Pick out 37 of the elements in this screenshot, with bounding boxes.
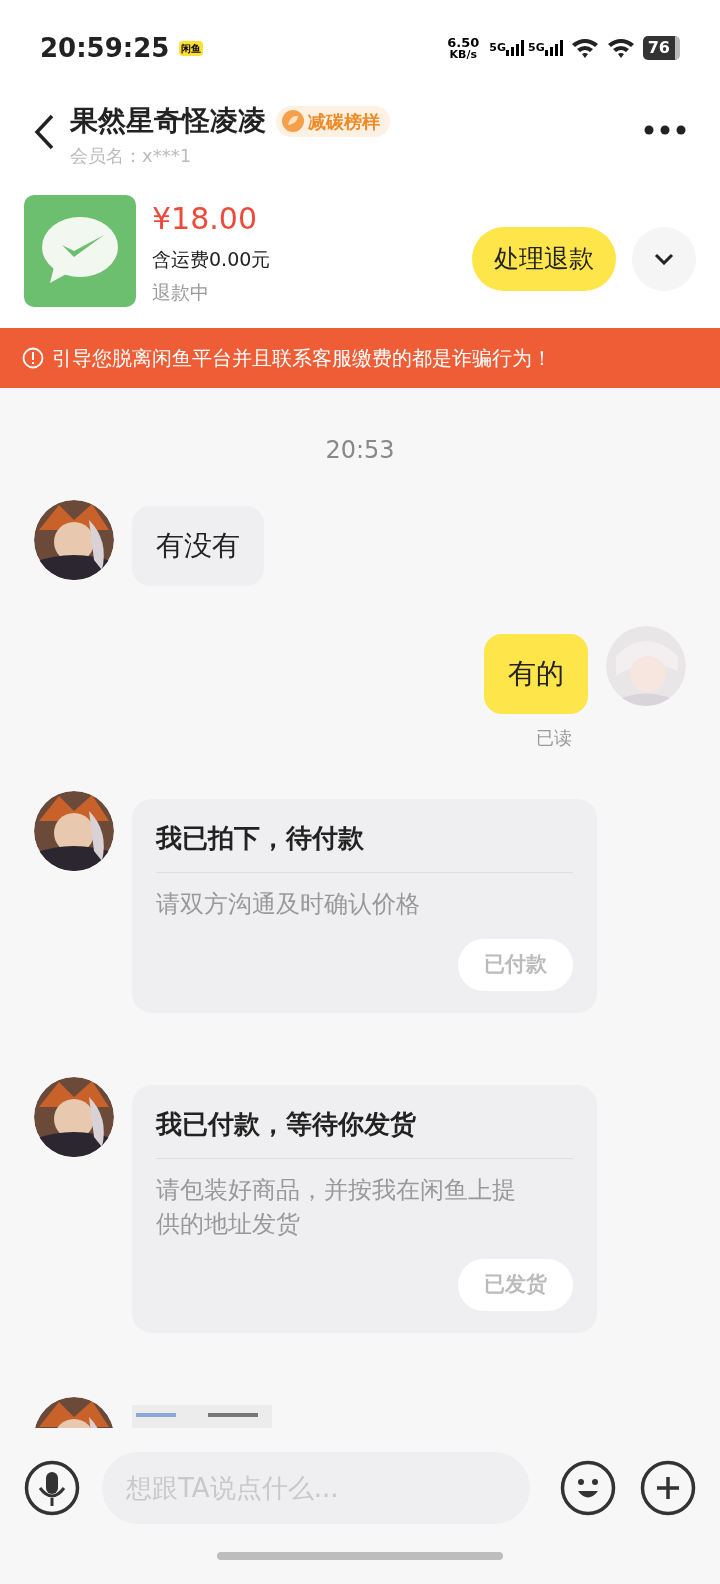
warning-text: 引导您脱离闲鱼平台并且联系客服缴费的都是诈骗行为！ [52, 345, 552, 372]
member-name: 会员名：x***1 [70, 144, 193, 168]
signal-icon [544, 40, 563, 57]
status-button[interactable]: 已发货 [458, 1259, 573, 1311]
add-icon[interactable] [640, 1460, 696, 1516]
chevron-down-icon [654, 253, 674, 265]
card-body: 请包装好商品，并按我在闲鱼上提供的地址发货 [156, 1175, 517, 1240]
network-type: 5G [489, 39, 507, 56]
more-icon[interactable] [644, 125, 686, 135]
carbon-badge: 减碳榜样 [276, 105, 390, 137]
wifi-icon [570, 37, 599, 59]
message-bubble: 有的 [484, 634, 588, 714]
emoji-icon[interactable] [560, 1460, 616, 1516]
leaf-icon [282, 110, 304, 132]
app-badge: 闲鱼 [179, 40, 204, 56]
network-speed: 6.50 [447, 36, 480, 49]
message-time: 20:53 [325, 435, 395, 466]
back-icon[interactable] [32, 112, 56, 152]
speed-unit: KB/s [449, 49, 478, 60]
order-status: 退款中 [152, 279, 210, 305]
read-receipt: 已读 [536, 726, 572, 750]
contact-name: 果然星奇怪凌凌 [70, 103, 266, 139]
signal-icon [506, 40, 525, 57]
status-button[interactable]: 已付款 [458, 939, 573, 991]
card-title: 我已付款，等待你发货 [156, 1105, 573, 1159]
card-body: 请双方沟通及时确认价格 [156, 889, 421, 920]
network-type: 5G [528, 39, 545, 56]
price: ¥18.00 [152, 200, 258, 238]
message-bubble: 有没有 [132, 506, 264, 586]
clock: 20:59:25 [40, 31, 170, 65]
shipping-fee: 含运费0.00元 [152, 247, 271, 272]
alert-icon [22, 347, 44, 369]
refund-button[interactable]: 处理退款 [472, 227, 616, 291]
battery-icon: 76 [642, 36, 680, 60]
wifi-icon [606, 37, 635, 59]
card-title: 我已拍下，待付款 [156, 819, 573, 873]
microphone-icon[interactable] [24, 1460, 80, 1516]
